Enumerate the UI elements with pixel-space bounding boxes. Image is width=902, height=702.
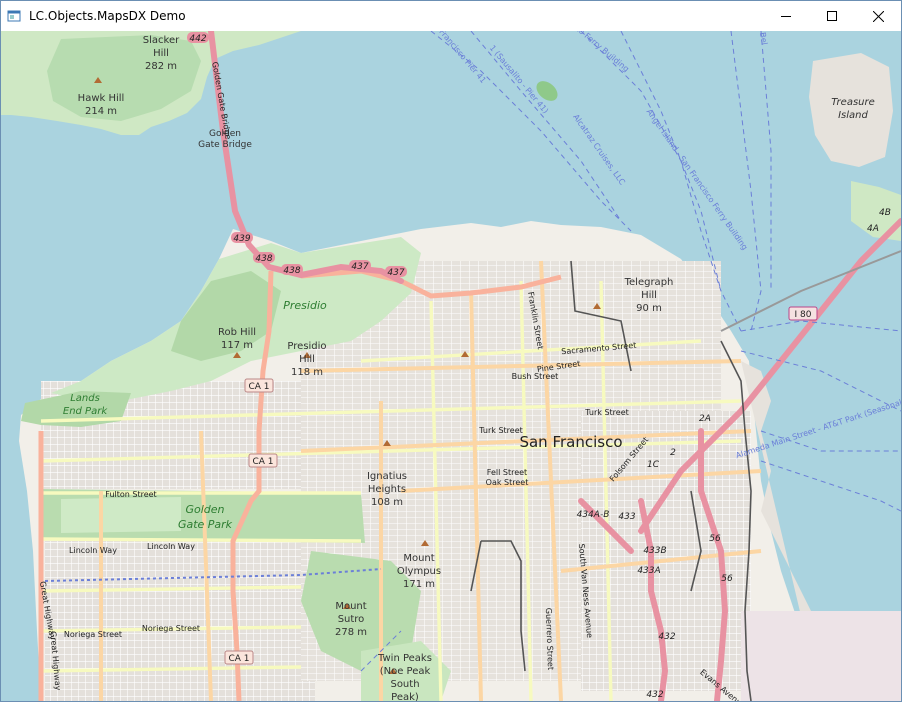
shield-ca1c: CA 1 [224, 650, 254, 665]
map-view[interactable]: Slacker Hill 282 m Hawk Hill 214 m Golden Ga… [1, 31, 901, 701]
close-button[interactable] [855, 1, 901, 31]
south-piers [741, 611, 901, 701]
app-icon [7, 10, 21, 22]
label-oak-street: Oak Street [486, 478, 529, 487]
label-san-francisco: San Francisco [519, 433, 622, 451]
svg-text:442: 442 [189, 34, 206, 44]
label-noriega-street-1: Noriega Street [64, 630, 122, 639]
svg-text:432: 432 [646, 690, 663, 700]
svg-text:2A: 2A [699, 414, 711, 424]
label-bush-street: Bush Street [512, 372, 559, 381]
svg-text:I 80: I 80 [795, 310, 812, 320]
close-icon [872, 10, 884, 22]
label-mount-sutro: Mount Sutro 278 m [335, 601, 367, 638]
svg-text:438: 438 [255, 254, 272, 264]
app-window: LC.Objects.MapsDX Demo Slacker Hill 282 … [0, 0, 902, 702]
shield-1c: 1C [647, 460, 660, 470]
window-title: LC.Objects.MapsDX Demo [29, 9, 186, 23]
maximize-button[interactable] [809, 1, 855, 31]
shield-2: 2 [670, 448, 676, 458]
shield-437b: 437 [385, 266, 407, 278]
svg-text:433A: 433A [637, 566, 660, 576]
shield-2a: 2A [699, 414, 711, 424]
svg-text:CA 1: CA 1 [228, 654, 249, 664]
shield-433b: 433B [643, 546, 666, 556]
svg-text:434A-B: 434A-B [577, 510, 610, 520]
label-fulton-street: Fulton Street [105, 490, 156, 499]
label-turk-street-1: Turk Street [478, 426, 523, 435]
svg-text:56: 56 [721, 574, 733, 584]
svg-text:438: 438 [283, 266, 300, 276]
label-lincoln-way-1: Lincoln Way [69, 546, 117, 555]
svg-text:56: 56 [709, 534, 721, 544]
shield-439: 439 [231, 232, 253, 244]
minimize-button[interactable] [763, 1, 809, 31]
svg-text:CA 1: CA 1 [252, 457, 273, 467]
label-noriega-street-2: Noriega Street [142, 624, 200, 633]
label-fell-street: Fell Street [487, 468, 527, 477]
svg-text:2: 2 [670, 448, 676, 458]
shield-4b: 4B [879, 208, 891, 218]
title-bar[interactable]: LC.Objects.MapsDX Demo [1, 1, 901, 31]
svg-text:1C: 1C [647, 460, 660, 470]
svg-text:437: 437 [387, 268, 404, 278]
shield-438a: 438 [253, 252, 275, 264]
svg-text:439: 439 [233, 234, 250, 244]
svg-text:433: 433 [618, 512, 635, 522]
minimize-icon [781, 16, 791, 17]
svg-text:4A: 4A [867, 224, 879, 234]
shield-432b: 432 [646, 690, 663, 700]
shield-433a: 433A [637, 566, 660, 576]
shield-438b: 438 [281, 264, 303, 276]
svg-text:433B: 433B [643, 546, 666, 556]
shield-i80: I 80 [788, 306, 818, 321]
shield-437a: 437 [349, 260, 371, 272]
svg-text:CA 1: CA 1 [248, 382, 269, 392]
label-turk-street-2: Turk Street [584, 408, 629, 417]
shield-56a: 56 [709, 534, 721, 544]
shield-432a: 432 [658, 632, 675, 642]
shield-434ab: 434A-B [577, 510, 610, 520]
map-canvas[interactable]: Slacker Hill 282 m Hawk Hill 214 m Golden Ga… [1, 31, 901, 701]
shield-442: 442 [187, 32, 209, 44]
shield-ca1a: CA 1 [244, 378, 274, 393]
shield-ca1b: CA 1 [248, 453, 278, 468]
svg-text:437: 437 [351, 262, 368, 272]
svg-text:4B: 4B [879, 208, 891, 218]
urban-sunset [45, 541, 315, 701]
maximize-icon [827, 11, 837, 21]
label-mount-olympus: Mount Olympus 171 m [397, 553, 441, 590]
label-lincoln-way-2: Lincoln Way [147, 542, 195, 551]
svg-text:432: 432 [658, 632, 675, 642]
label-ignatius-heights: Ignatius Heights 108 m [367, 471, 407, 508]
shield-433: 433 [618, 512, 635, 522]
shield-56b: 56 [721, 574, 733, 584]
label-presidio: Presidio [283, 299, 327, 312]
ggp-meadow [61, 497, 181, 533]
shield-4a: 4A [867, 224, 879, 234]
